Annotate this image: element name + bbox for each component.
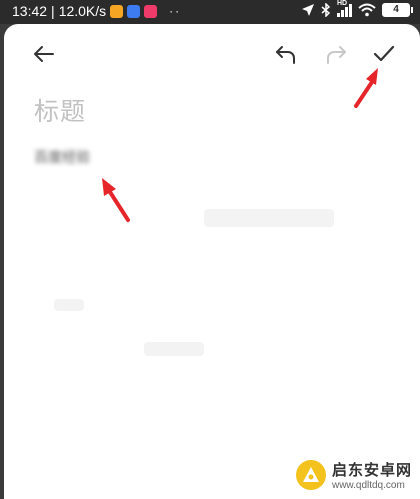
status-more-dots: ··: [169, 4, 182, 18]
editor-toolbar: [4, 24, 420, 82]
bluetooth-icon: [321, 3, 331, 17]
note-title-input[interactable]: 标题: [34, 92, 86, 128]
status-left: 13:42 | 12.0K/s ··: [12, 3, 181, 19]
notification-app-icon: [110, 4, 124, 18]
notification-play-icon: [127, 4, 141, 18]
status-separator: |: [51, 3, 55, 19]
network-label: HD: [337, 0, 348, 7]
back-button[interactable]: [26, 36, 62, 72]
undo-button[interactable]: [268, 36, 304, 72]
status-time: 13:42: [12, 3, 48, 19]
wifi-icon: [358, 3, 376, 17]
annotation-arrow-body: [102, 178, 130, 222]
signal-icon: HD: [337, 0, 352, 17]
note-body-text[interactable]: 百度经验: [34, 147, 90, 167]
undo-icon: [276, 46, 295, 64]
check-icon: [373, 45, 395, 62]
watermark-title: 启东安卓网: [331, 462, 412, 479]
redo-icon: [327, 46, 346, 64]
arrow-left-icon: [34, 46, 54, 62]
site-watermark: 启东安卓网 www.qdltdq.com: [295, 459, 412, 491]
watermark-logo-icon: [295, 460, 326, 490]
faint-artifact: [144, 342, 204, 356]
status-bar: 13:42 | 12.0K/s ·· HD 4: [0, 0, 420, 24]
faint-artifact: [54, 299, 84, 311]
watermark-url: www.qdltdq.com: [331, 480, 405, 491]
watermark-text: 启东安卓网 www.qdltdq.com: [332, 459, 412, 491]
faint-artifact: [204, 209, 334, 227]
done-button[interactable]: [366, 36, 402, 72]
status-right: HD 4: [301, 0, 413, 17]
redo-button[interactable]: [318, 36, 354, 72]
status-net-speed: 12.0K/s: [58, 3, 107, 19]
note-editor: 标题 百度经验 启东安卓网 www.qdltdq.com: [4, 24, 420, 499]
notification-app2-icon: [144, 4, 158, 18]
battery-icon: 4: [382, 3, 413, 17]
location-icon: [302, 4, 314, 16]
